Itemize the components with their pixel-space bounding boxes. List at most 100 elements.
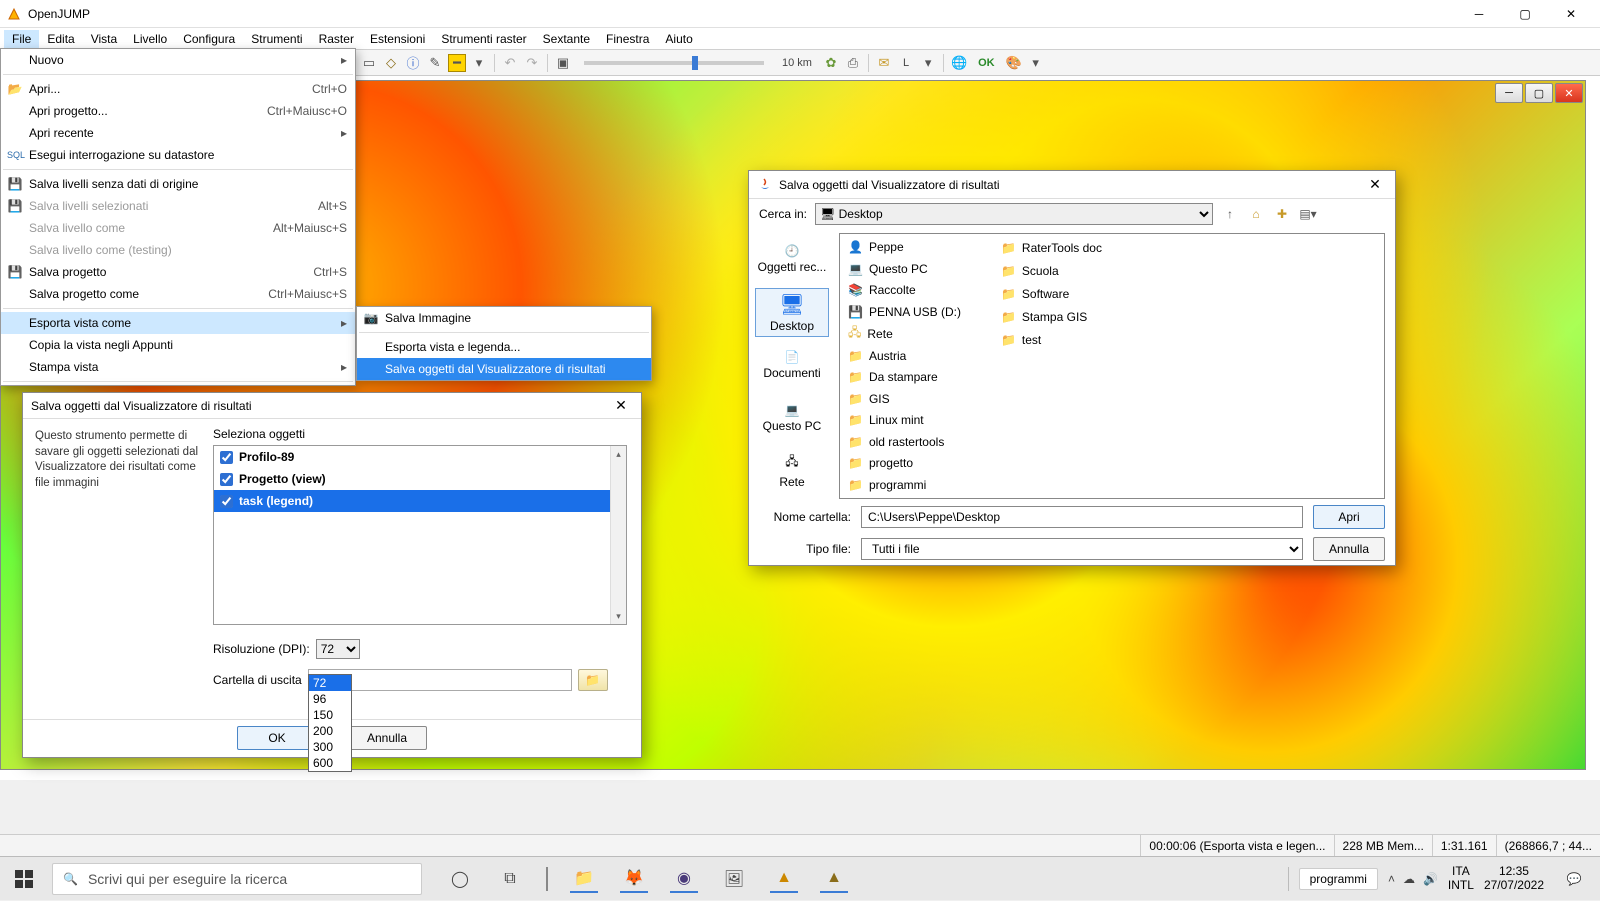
explorer-icon[interactable]: 📁 <box>570 865 598 893</box>
image-viewer-icon[interactable]: 🖼 <box>720 865 748 893</box>
language-indicator[interactable]: ITAINTL <box>1448 865 1474 893</box>
risoluzione-select[interactable]: 72 <box>316 639 360 659</box>
notifications-button[interactable]: 💬 <box>1554 857 1594 901</box>
submenu-salva-immagine[interactable]: 📷Salva Immagine <box>357 307 651 329</box>
file-list[interactable]: 👤Peppe 💻Questo PC 📚Raccolte 💾PENNA USB (… <box>839 233 1385 499</box>
dialog-close-button[interactable]: ✕ <box>1363 176 1387 193</box>
openjump-icon[interactable]: ▲ <box>770 865 798 893</box>
menu-stampa-vista[interactable]: Stampa vista▸ <box>1 356 355 378</box>
menu-apri-progetto[interactable]: Apri progetto...Ctrl+Maiusc+O <box>1 100 355 122</box>
info-icon[interactable]: ⓘ <box>404 54 422 72</box>
file-item[interactable]: 📁Scuola <box>1001 261 1102 281</box>
taskview-icon[interactable]: ⧉ <box>496 865 524 893</box>
menu-strumenti[interactable]: Strumenti <box>243 30 310 48</box>
start-button[interactable] <box>0 857 48 901</box>
close-button[interactable]: ✕ <box>1548 0 1594 28</box>
file-item[interactable]: 📁Austria <box>848 347 961 365</box>
file-item[interactable]: 💻Questo PC <box>848 259 961 277</box>
apri-button[interactable]: Apri <box>1313 505 1385 529</box>
canvas-minimize-button[interactable]: ─ <box>1495 83 1523 103</box>
place-desktop[interactable]: 🖥Desktop <box>755 288 829 337</box>
item-checkbox[interactable] <box>220 451 233 464</box>
home-button[interactable]: ⌂ <box>1247 205 1265 223</box>
dropdown-icon[interactable]: ▾ <box>919 54 937 72</box>
submenu-salva-oggetti[interactable]: Salva oggetti dal Visualizzatore di risu… <box>357 358 651 380</box>
canvas-close-button[interactable]: ✕ <box>1555 83 1583 103</box>
list-item[interactable]: Profilo-89 <box>214 446 626 468</box>
menu-salva-progetto-come[interactable]: Salva progetto comeCtrl+Maiusc+S <box>1 283 355 305</box>
file-item[interactable]: 📁old rastertools <box>848 433 961 451</box>
file-item[interactable]: 📁Da stampare <box>848 368 961 386</box>
ok-button[interactable]: OK <box>237 726 317 750</box>
menu-edita[interactable]: Edita <box>39 30 82 48</box>
menu-finestra[interactable]: Finestra <box>598 30 657 48</box>
maximize-button[interactable]: ▢ <box>1502 0 1548 28</box>
dpi-option[interactable]: 150 <box>309 707 351 723</box>
menu-vista[interactable]: Vista <box>83 30 125 48</box>
menu-aiuto[interactable]: Aiuto <box>657 30 700 48</box>
palette-icon[interactable]: 🎨 <box>1005 54 1023 72</box>
file-item[interactable]: 📁Stampa GIS <box>1001 307 1102 327</box>
menu-strumenti-raster[interactable]: Strumenti raster <box>433 30 534 48</box>
menu-esegui-query[interactable]: SQLEsegui interrogazione su datastore <box>1 144 355 166</box>
menu-configura[interactable]: Configura <box>175 30 243 48</box>
place-documents[interactable]: 📄Documenti <box>755 341 829 390</box>
cortana-icon[interactable]: ◯ <box>446 865 474 893</box>
window-icon[interactable]: ▣ <box>554 54 572 72</box>
menu-livello[interactable]: Livello <box>125 30 175 48</box>
openjump2-icon[interactable]: ▲ <box>820 865 848 893</box>
dpi-option[interactable]: 200 <box>309 723 351 739</box>
clock[interactable]: 12:3527/07/2022 <box>1484 865 1544 893</box>
minimize-button[interactable]: ─ <box>1456 0 1502 28</box>
menu-apri[interactable]: 📂Apri...Ctrl+O <box>1 78 355 100</box>
file-item[interactable]: 📁test <box>1001 330 1102 350</box>
cursor-icon[interactable]: ▭ <box>360 54 378 72</box>
file-item[interactable]: 🖧Rete <box>848 324 961 344</box>
menu-raster[interactable]: Raster <box>311 30 362 48</box>
menu-estensioni[interactable]: Estensioni <box>362 30 433 48</box>
globe-small-icon[interactable]: ✿ <box>822 54 840 72</box>
browse-button[interactable]: 📁 <box>578 669 608 691</box>
menu-salva-progetto[interactable]: 💾Salva progettoCtrl+S <box>1 261 355 283</box>
list-item[interactable]: task (legend) <box>214 490 626 512</box>
cube-icon[interactable]: ◇ <box>382 54 400 72</box>
dialog-close-button[interactable]: ✕ <box>609 397 633 414</box>
file-item[interactable]: 📁Linux mint <box>848 411 961 429</box>
menu-file[interactable]: File <box>4 30 39 48</box>
cerca-in-select[interactable]: 🖥 Desktop <box>815 203 1213 225</box>
taskbar-search[interactable]: 🔍 Scrivi qui per eseguire la ricerca <box>52 863 422 895</box>
dpi-option[interactable]: 72 <box>309 675 351 691</box>
file-item[interactable]: 📚Raccolte <box>848 281 961 299</box>
volume-icon[interactable]: 🔊 <box>1423 872 1438 886</box>
globe-icon[interactable]: 🌐 <box>950 54 968 72</box>
taskbar-pill[interactable]: programmi <box>1299 868 1378 890</box>
envelope-icon[interactable]: ✉ <box>875 54 893 72</box>
scale-slider[interactable] <box>584 61 764 65</box>
edit-icon[interactable]: ✎ <box>426 54 444 72</box>
dpi-option[interactable]: 300 <box>309 739 351 755</box>
annulla-button[interactable]: Annulla <box>1313 537 1385 561</box>
item-checkbox[interactable] <box>220 495 233 508</box>
view-button[interactable]: ▤▾ <box>1299 205 1317 223</box>
undo-icon[interactable]: ↶ <box>501 54 519 72</box>
file-item[interactable]: 📁GIS <box>848 390 961 408</box>
menu-sextante[interactable]: Sextante <box>535 30 598 48</box>
dropdown-icon[interactable]: ▾ <box>470 54 488 72</box>
scrollbar[interactable]: ▴▾ <box>610 446 626 624</box>
file-item[interactable]: 💾PENNA USB (D:) <box>848 302 961 320</box>
cloud-icon[interactable]: ☁ <box>1403 872 1415 886</box>
dropdown-icon[interactable]: ▾ <box>1027 54 1045 72</box>
file-item[interactable]: 📁programmi <box>848 476 961 494</box>
file-item[interactable]: 📁Software <box>1001 284 1102 304</box>
menu-copia-vista[interactable]: Copia la vista negli Appunti <box>1 334 355 356</box>
dpi-option[interactable]: 600 <box>309 755 351 771</box>
measure-icon[interactable]: ━ <box>448 54 466 72</box>
menu-esporta-vista[interactable]: Esporta vista come▸ <box>1 312 355 334</box>
dpi-option[interactable]: 96 <box>309 691 351 707</box>
place-network[interactable]: 🖧Rete <box>755 446 829 495</box>
submenu-esporta-legenda[interactable]: Esporta vista e legenda... <box>357 336 651 358</box>
file-item[interactable]: 📁RaterTools doc <box>1001 238 1102 258</box>
annulla-button[interactable]: Annulla <box>347 726 427 750</box>
place-recent[interactable]: 🕘Oggetti rec... <box>755 235 829 284</box>
nome-cartella-input[interactable] <box>861 506 1303 528</box>
